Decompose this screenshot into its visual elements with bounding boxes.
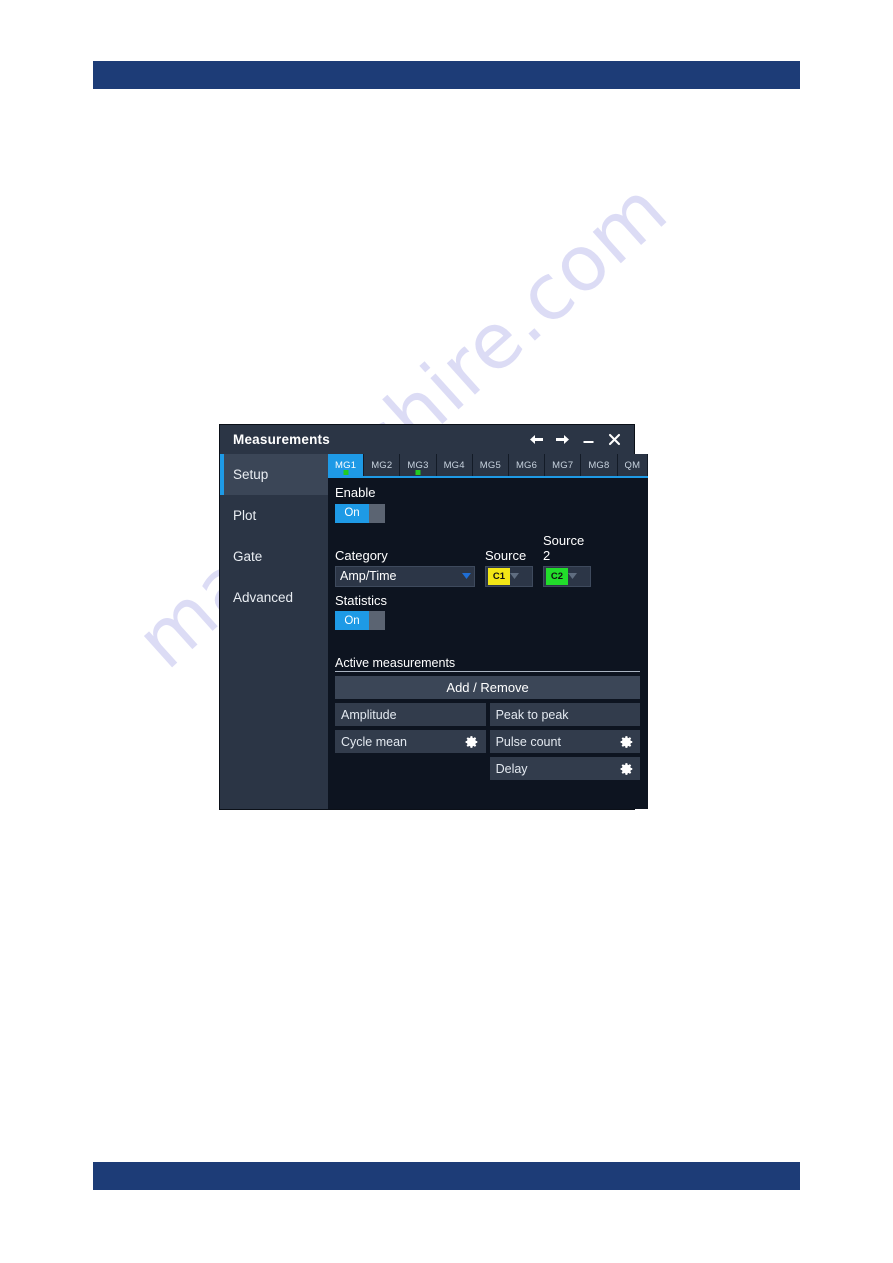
enable-toggle[interactable]: On <box>335 503 385 523</box>
measurement-cell-empty <box>335 757 486 780</box>
tab-label: MG1 <box>335 459 357 471</box>
measurement-cell: Pulse count <box>489 730 641 753</box>
active-measurements-label: Active measurements <box>335 656 641 672</box>
dialog-content: MG1 MG2 MG3 MG4 MG5 MG6 MG7 MG8 QM Enabl… <box>328 454 649 809</box>
source-channel-chip: C1 <box>488 567 510 585</box>
tab-mg1[interactable]: MG1 <box>328 454 365 476</box>
source-row: Category Amp/Time Source C1 Source 2 C2 <box>335 533 640 587</box>
sidebar-item-label: Setup <box>233 467 269 482</box>
chevron-down-icon <box>458 573 474 579</box>
measurement-tile-peak-to-peak[interactable]: Peak to peak <box>489 703 641 726</box>
active-measurements-grid: Amplitude Peak to peak Cycle mean Pulse … <box>335 703 641 780</box>
dialog-body: Setup Plot Gate Advanced MG1 MG2 MG3 MG4… <box>220 454 649 809</box>
sidebar-item-label: Plot <box>233 508 257 523</box>
chevron-down-icon <box>568 573 577 579</box>
minimize-icon[interactable] <box>581 432 596 447</box>
sidebar-item-gate[interactable]: Gate <box>220 536 328 577</box>
source2-field: Source 2 C2 <box>543 533 591 587</box>
add-remove-button[interactable]: Add / Remove <box>335 676 641 699</box>
page-header-bar <box>93 61 800 89</box>
gear-icon[interactable] <box>465 734 480 749</box>
source2-channel-chip: C2 <box>546 567 568 585</box>
tab-active-dot-icon <box>343 470 349 475</box>
tab-label: QM <box>624 459 641 471</box>
measurement-group-tabstrip: MG1 MG2 MG3 MG4 MG5 MG6 MG7 MG8 QM <box>328 454 649 478</box>
source2-dropdown[interactable]: C2 <box>543 565 591 587</box>
enable-toggle-value: On <box>335 503 369 523</box>
measurement-tile-pulse-count[interactable]: Pulse count <box>489 730 641 753</box>
chevron-down-icon <box>510 573 519 579</box>
tab-mg6[interactable]: MG6 <box>508 454 546 476</box>
measurement-label: Pulse count <box>495 734 561 749</box>
tab-active-dot-icon <box>415 470 421 475</box>
category-dropdown[interactable]: Amp/Time <box>335 565 475 587</box>
sidebar-item-label: Gate <box>233 549 263 564</box>
tab-mg8[interactable]: MG8 <box>581 454 618 476</box>
measurement-cell: Amplitude <box>335 703 486 726</box>
tab-label: MG7 <box>552 459 574 471</box>
gear-icon[interactable] <box>619 761 634 776</box>
measurement-label: Peak to peak <box>495 707 569 722</box>
category-label: Category <box>335 547 388 563</box>
tab-label: MG2 <box>371 459 393 471</box>
measurement-cell: Cycle mean <box>335 730 486 753</box>
statistics-toggle-value: On <box>335 611 369 630</box>
tab-mg5[interactable]: MG5 <box>472 454 509 476</box>
statistics-toggle[interactable]: On <box>335 611 385 630</box>
add-remove-label: Add / Remove <box>446 680 529 695</box>
source-label: Source <box>485 547 527 563</box>
source-dropdown[interactable]: C1 <box>485 565 533 587</box>
measurement-tile-empty <box>335 757 486 780</box>
tab-label: MG5 <box>479 459 501 471</box>
tab-qm[interactable]: QM <box>617 454 649 476</box>
page-footer-bar <box>93 1162 800 1190</box>
dialog-titlebar: Measurements <box>220 425 634 454</box>
statistics-label: Statistics <box>335 592 388 608</box>
category-field: Category Amp/Time <box>335 548 475 587</box>
titlebar-button-group <box>529 432 626 447</box>
measurement-label: Cycle mean <box>341 734 407 749</box>
measurement-cell: Peak to peak <box>489 703 641 726</box>
measurements-dialog: Measurements Setup Plot Gate Advanced MG… <box>220 425 649 809</box>
category-value: Amp/Time <box>340 569 397 583</box>
setup-panel: Enable On Category Amp/Time Source C1 So… <box>328 478 648 780</box>
tab-label: MG6 <box>515 459 538 471</box>
source2-label: Source 2 <box>543 532 585 563</box>
measurement-tile-amplitude[interactable]: Amplitude <box>335 703 486 726</box>
enable-label: Enable <box>335 485 376 500</box>
dialog-sidebar: Setup Plot Gate Advanced <box>220 454 328 809</box>
tab-label: MG4 <box>443 459 465 471</box>
measurement-cell: Delay <box>489 757 641 780</box>
tab-label: MG8 <box>588 459 610 471</box>
sidebar-item-advanced[interactable]: Advanced <box>220 577 328 618</box>
tab-label: MG3 <box>407 459 429 471</box>
back-arrow-icon[interactable] <box>529 432 544 447</box>
dialog-title: Measurements <box>233 432 330 447</box>
measurement-label: Amplitude <box>341 707 397 722</box>
sidebar-item-setup[interactable]: Setup <box>220 454 328 495</box>
close-icon[interactable] <box>607 432 622 447</box>
measurement-tile-cycle-mean[interactable]: Cycle mean <box>335 730 486 753</box>
measurement-label: Delay <box>495 761 528 776</box>
tab-mg7[interactable]: MG7 <box>545 454 582 476</box>
gear-icon[interactable] <box>619 734 634 749</box>
source-field: Source C1 <box>485 548 533 587</box>
sidebar-item-plot[interactable]: Plot <box>220 495 328 536</box>
forward-arrow-icon[interactable] <box>555 432 570 447</box>
sidebar-item-label: Advanced <box>233 590 294 605</box>
measurement-tile-delay[interactable]: Delay <box>489 757 641 780</box>
tab-mg2[interactable]: MG2 <box>364 454 401 476</box>
tab-mg4[interactable]: MG4 <box>436 454 473 476</box>
tab-mg3[interactable]: MG3 <box>400 454 437 476</box>
